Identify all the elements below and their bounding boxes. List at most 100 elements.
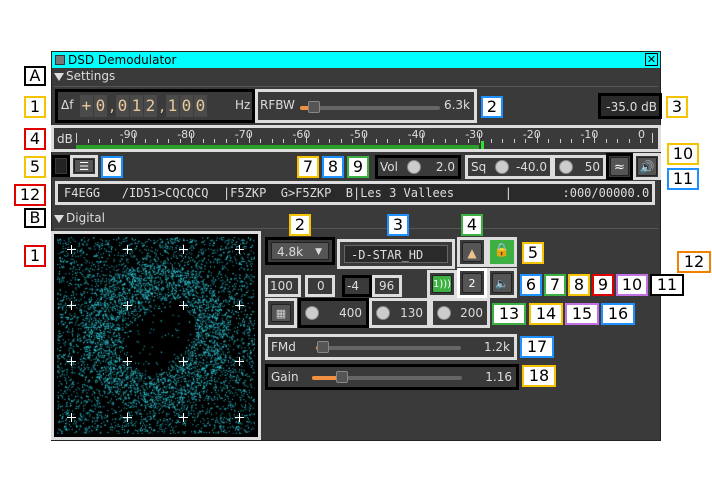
frequency-digit[interactable]: 1 (130, 95, 143, 117)
frequency-digit[interactable]: 0 (194, 95, 207, 117)
scope-grid-cross (67, 245, 76, 254)
scope-grid-cross (235, 245, 244, 254)
callout-digital-2: 2 (289, 214, 311, 236)
meter-tick (410, 139, 412, 143)
squelch-label: Sq (471, 160, 487, 174)
callout-digital-16: 16 (601, 303, 635, 325)
gain-group: Gain 1.16 (265, 364, 519, 390)
scope-grid-cross (67, 357, 76, 366)
zero-crossing-display: -4 (342, 275, 372, 297)
meter-tick (202, 139, 204, 143)
callout-settings-10: 10 (667, 143, 699, 165)
lock-button[interactable]: 🔒 (487, 237, 517, 267)
frequency-digit[interactable]: 0 (116, 95, 129, 117)
scope-grid-cross (123, 245, 132, 254)
digital-section-label: Digital (66, 211, 105, 225)
squelch-group: Sq -40.0 (465, 155, 553, 179)
volume-value: 2.0 (435, 160, 455, 174)
scope-grid-cross (67, 301, 76, 310)
baudrate-value: 4.8k (277, 245, 304, 259)
high-pass-filter-button[interactable]: ≈ (606, 153, 633, 180)
callout-settings-5: 5 (24, 156, 46, 178)
meter-tick (640, 139, 642, 143)
callout-digital-6: 6 (520, 274, 542, 296)
transmission-indicator[interactable]: 1))) (427, 270, 457, 298)
window-titlebar[interactable]: DSD Demodulator ✕ (52, 52, 660, 68)
meter-tick (444, 139, 446, 143)
meter-tick (456, 139, 458, 143)
meter-tick (502, 139, 504, 143)
meter-tick (283, 139, 285, 143)
carrier-pos-value: 0 (317, 279, 325, 293)
constellation-scope[interactable] (51, 231, 261, 440)
meter-tick (617, 139, 619, 143)
callout-digital-10: 10 (616, 274, 648, 296)
frequency-unit: Hz (235, 98, 251, 112)
rfbw-slider-handle[interactable] (308, 101, 320, 113)
meter-tick (99, 139, 101, 143)
baudrate-select[interactable]: 4.8k ▼ (271, 242, 329, 260)
volume-knob[interactable] (407, 160, 421, 174)
trace-decay-group: 200 (430, 298, 490, 328)
audio-output-button[interactable]: 🔊 (633, 153, 661, 180)
sync-type-group: -D-STAR_HD (337, 239, 455, 269)
squelch-gate-group: 50 (552, 155, 606, 179)
sync-type-display: -D-STAR_HD (344, 245, 448, 263)
callout-digital-9: 9 (592, 274, 614, 296)
speaker-icon: 🔊 (637, 157, 657, 176)
trace-length-group: 400 (298, 298, 369, 328)
slot-select-button[interactable]: 2 (457, 268, 487, 298)
meter-tick (594, 133, 596, 143)
hamburger-icon: ☰ (74, 159, 94, 173)
fm-deviation-value: 1.2k (483, 340, 510, 354)
trace-stroke-knob[interactable] (376, 306, 390, 320)
gain-slider[interactable] (312, 376, 462, 380)
settings-section-header[interactable]: Settings (54, 68, 654, 84)
frequency-digit[interactable]: 0 (94, 95, 107, 117)
callout-digital-4: 4 (461, 214, 483, 236)
toggle-indicator (56, 159, 66, 173)
scope-grid-toggle[interactable]: ▦ (265, 298, 297, 328)
meter-tick (168, 139, 170, 143)
mute-slot-button[interactable]: 🔈 (487, 268, 517, 298)
meter-tick (76, 133, 77, 143)
window-menu-icon[interactable] (55, 55, 65, 65)
trace-decay-knob[interactable] (437, 306, 451, 320)
frequency-digit[interactable]: 2 (144, 95, 157, 117)
frequency-digit[interactable]: 0 (180, 95, 193, 117)
chevron-down-icon: ▼ (315, 247, 322, 257)
slot-select-label: 2 (462, 273, 482, 293)
decoder-status-text: F4EGG /ID51>CQCQCQ |F5ZKP G>F5ZKP B|Les … (58, 184, 652, 202)
frequency-dial[interactable]: +0, 0 1 2, 1 0 0 (80, 95, 208, 119)
scope-grid-cross (123, 357, 132, 366)
callout-digital-1: 1 (24, 245, 46, 267)
callout-settings-11: 11 (667, 168, 699, 190)
triangle-up-icon[interactable]: ▲ (462, 242, 482, 262)
frequency-digit[interactable]: 1 (166, 95, 179, 117)
trace-length-knob[interactable] (305, 306, 319, 320)
lock-icon: 🔒 (493, 243, 511, 258)
fm-deviation-slider[interactable] (316, 346, 461, 350)
rfbw-slider[interactable] (300, 106, 440, 110)
audio-mute-toggle[interactable] (52, 155, 70, 177)
close-icon[interactable]: ✕ (645, 53, 658, 66)
sync-rate-value: 96 (379, 279, 395, 293)
meter-tick (145, 139, 147, 143)
squelch-gate-knob[interactable] (559, 160, 573, 174)
gain-slider-handle[interactable] (336, 371, 348, 383)
squelch-knob[interactable] (495, 160, 509, 174)
rfbw-group: RFBW 6.3k (255, 89, 477, 123)
callout-settings-3: 3 (666, 96, 688, 118)
frequency-sign[interactable]: + (80, 95, 93, 117)
meter-tick (571, 139, 573, 143)
callout-digital-5: 5 (522, 242, 544, 264)
fm-deviation-slider-handle[interactable] (317, 341, 329, 353)
window-title: DSD Demodulator (68, 53, 177, 67)
trace-stroke-value: 130 (400, 306, 423, 320)
callout-A: A (24, 66, 46, 86)
meter-scale-label: 0 (638, 128, 645, 141)
callout-digital-8: 8 (568, 274, 590, 296)
menu-button[interactable]: ☰ (70, 155, 98, 177)
digital-section-header[interactable]: Digital (54, 210, 654, 226)
scope-grid-cross (123, 413, 132, 422)
